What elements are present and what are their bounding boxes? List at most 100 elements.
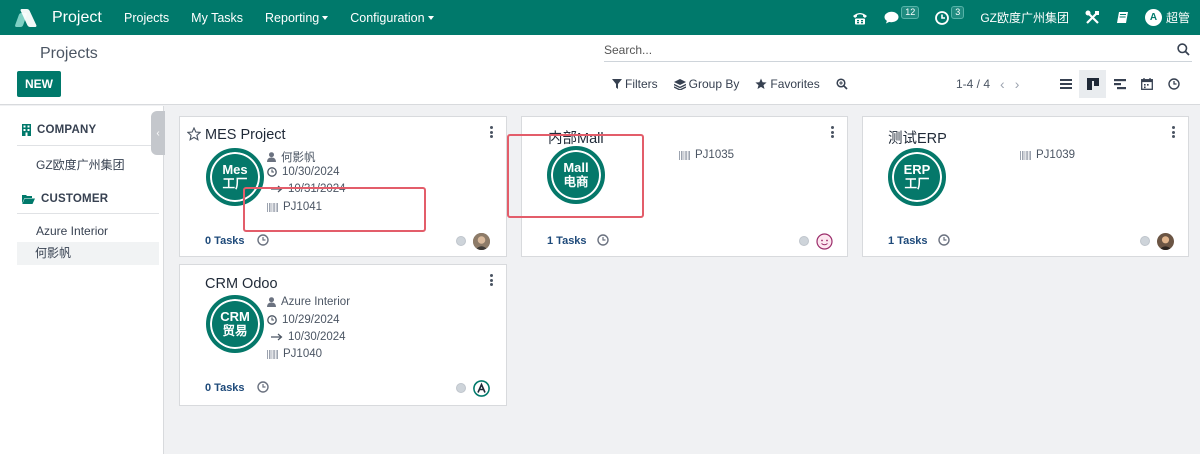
card-menu-icon[interactable] (831, 126, 835, 140)
user-menu[interactable]: A (1137, 0, 1162, 35)
logo-text-top: CRM (220, 309, 250, 324)
activity-clock-icon[interactable] (938, 234, 950, 246)
activity-clock-icon[interactable] (597, 234, 609, 246)
search-bar (604, 40, 1192, 62)
tasks-link[interactable]: 1 Tasks (547, 235, 587, 247)
menu-configuration-label: Configuration (350, 10, 425, 25)
divider (17, 145, 159, 146)
filters-label: Filters (625, 77, 658, 91)
company-switcher[interactable]: GZ欧度广州集团 (972, 9, 1077, 26)
tasks-link[interactable]: 1 Tasks (888, 235, 928, 247)
menu-reporting[interactable]: Reporting (254, 11, 339, 25)
documentation-book-icon[interactable] (1108, 0, 1137, 35)
clock-icon (267, 315, 277, 325)
top-navbar: Project Projects My Tasks Reporting Conf… (0, 0, 1200, 35)
tasks-link[interactable]: 0 Tasks (205, 382, 245, 394)
user-avatar: A (1144, 9, 1162, 26)
logo-text-top: Mes (222, 162, 248, 177)
clock-icon (267, 167, 277, 177)
logo-text-top: ERP (903, 162, 931, 177)
status-indicator[interactable] (799, 236, 809, 246)
calendar-view-icon[interactable] (1133, 70, 1160, 98)
search-input[interactable] (604, 41, 1164, 59)
menu-my-tasks[interactable]: My Tasks (180, 11, 254, 25)
activity-view-icon[interactable] (1160, 70, 1187, 98)
company-header-label: COMPANY (37, 124, 97, 136)
pager-next-icon[interactable]: › (1015, 76, 1020, 92)
date-start: 10/30/2024 (282, 166, 340, 178)
chat-icon (884, 11, 899, 24)
card-menu-icon[interactable] (490, 126, 494, 140)
menu-configuration[interactable]: Configuration (339, 11, 444, 25)
search-options: Filters Group By Favorites (612, 77, 867, 91)
building-icon (22, 124, 31, 136)
app-brand[interactable]: Project (0, 7, 110, 29)
project-card[interactable]: CRM Odoo CRM 贸易 Azure Interior 10/29/202… (179, 264, 507, 406)
company-item[interactable]: GZ欧度广州集团 (36, 156, 125, 173)
project-title: CRM Odoo (205, 276, 278, 292)
folder-open-icon (22, 195, 35, 204)
activities-button[interactable]: 3 (927, 0, 972, 35)
layers-icon (673, 78, 686, 90)
groupby-toggle[interactable]: Group By (673, 77, 740, 91)
messages-count-badge: 12 (901, 6, 920, 19)
list-view-icon[interactable] (1052, 70, 1079, 98)
filters-toggle[interactable]: Filters (612, 77, 658, 91)
new-project-button[interactable]: NEW (17, 71, 61, 97)
project-card[interactable]: 测试ERP ERP 工厂 PJ1039 1 Tasks (862, 116, 1189, 257)
groupby-label: Group By (688, 77, 740, 91)
caret-down-icon (322, 16, 329, 21)
status-indicator[interactable] (1140, 236, 1150, 246)
favorites-label: Favorites (770, 77, 820, 91)
user-avatar[interactable] (473, 233, 490, 250)
project-title: MES Project (205, 127, 286, 143)
user-avatar[interactable] (1157, 233, 1174, 250)
activity-clock-icon[interactable] (257, 381, 269, 393)
kanban-view-icon[interactable] (1079, 70, 1106, 98)
star-icon (755, 78, 767, 89)
favorites-toggle[interactable]: Favorites (755, 77, 820, 91)
activity-clock-icon[interactable] (257, 234, 269, 246)
gantt-view-icon[interactable] (1106, 70, 1133, 98)
debug-tools-icon[interactable] (1077, 0, 1108, 35)
card-menu-icon[interactable] (1172, 126, 1176, 140)
messages-button[interactable]: 12 (876, 0, 927, 35)
customer-item[interactable]: 何影帆 (17, 242, 159, 265)
user-icon (267, 152, 276, 162)
user-avatar[interactable] (816, 233, 833, 250)
pager-previous-icon[interactable]: ‹ (1000, 76, 1005, 92)
divider (17, 213, 159, 214)
search-icon[interactable] (1177, 43, 1190, 56)
arrow-right-icon (271, 333, 283, 341)
customer-header-label: CUSTOMER (41, 193, 109, 205)
highlight-box (243, 187, 426, 232)
view-switcher (1052, 70, 1187, 98)
status-indicator[interactable] (456, 383, 466, 393)
user-avatar[interactable] (473, 380, 490, 397)
card-menu-icon[interactable] (490, 274, 494, 288)
tasks-link[interactable]: 0 Tasks (205, 235, 245, 247)
project-logo: ERP 工厂 (888, 148, 946, 206)
user-icon (267, 297, 276, 307)
date-start: 10/29/2024 (282, 314, 340, 326)
filter-icon (612, 79, 622, 89)
customer-item[interactable]: Azure Interior (36, 224, 108, 238)
date-end: 10/30/2024 (288, 331, 346, 343)
collapse-panel-button[interactable]: ‹ (151, 111, 165, 155)
project-code-line: PJ1039 (1020, 149, 1075, 161)
menu-projects[interactable]: Projects (113, 11, 180, 25)
project-app-icon (14, 7, 38, 29)
pager-value[interactable]: 1-4 / 4 (956, 77, 990, 91)
barcode-icon (679, 150, 690, 160)
logo-text-bottom: 工厂 (904, 177, 930, 191)
search-zoom-icon[interactable] (836, 78, 851, 90)
status-indicator[interactable] (456, 236, 466, 246)
systray: 12 3 GZ欧度广州集团 A 超管 (844, 0, 1200, 35)
highlight-box (507, 134, 644, 218)
phone-icon[interactable] (844, 0, 876, 35)
user-name[interactable]: 超管 (1162, 9, 1200, 26)
customer-line: 何影帆 (267, 149, 316, 165)
favorite-star-icon[interactable] (187, 127, 201, 141)
caret-down-icon (427, 16, 434, 21)
clock-icon (935, 10, 950, 25)
